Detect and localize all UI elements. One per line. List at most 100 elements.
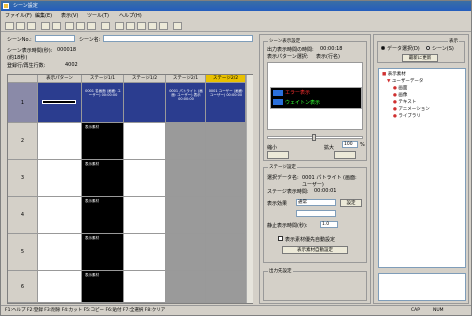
zoom-slider-thumb[interactable]	[312, 134, 316, 141]
row5-stage4-cell[interactable]	[206, 234, 246, 271]
copy-icon[interactable]	[76, 22, 85, 30]
row4-stage1-cell[interactable]: 表示素材	[82, 197, 124, 234]
row1-stage2-cell[interactable]	[124, 83, 166, 123]
row4-stage2-cell[interactable]	[124, 197, 166, 234]
col-header-pattern[interactable]: 表示パターン	[38, 75, 82, 83]
menu-view[interactable]: 表示(V)	[61, 12, 78, 19]
row6-pattern-cell[interactable]	[38, 271, 82, 303]
row6-stage3-cell[interactable]	[166, 271, 206, 303]
tree-user-data[interactable]: ▼ ユーザーデータ	[387, 78, 423, 84]
grid-vertical-scrollbar[interactable]	[246, 75, 253, 303]
row3-stage3-cell[interactable]	[166, 160, 206, 197]
menu-file[interactable]: ファイル(F)	[5, 12, 32, 19]
preview-icon[interactable]	[52, 22, 61, 30]
row-header-1[interactable]: 1	[8, 83, 38, 123]
row-header-3[interactable]: 3	[8, 160, 38, 197]
radio-data[interactable]	[381, 46, 385, 50]
row3-stage1-cell[interactable]: 表示素材	[82, 160, 124, 197]
open-icon[interactable]	[16, 22, 25, 30]
row-header-4[interactable]: 4	[8, 197, 38, 234]
tree-animation-label: アニメーション	[398, 107, 430, 112]
output-group: 出力先設定	[263, 268, 367, 301]
row6-stage1-cell[interactable]: 表示素材	[82, 271, 124, 303]
delete-icon[interactable]	[101, 22, 110, 30]
cut-icon[interactable]	[65, 22, 74, 30]
scene-name-input[interactable]	[103, 35, 253, 42]
tree-user-data-label: ユーザーデータ	[391, 79, 424, 84]
auto-set-button[interactable]: 表示素材自動設定	[282, 246, 348, 254]
status-num: NUM	[433, 308, 444, 313]
display-time-label: 出力表示時間の時間:	[267, 47, 314, 53]
preview-line-1: エラー表示	[285, 90, 311, 96]
tree-root[interactable]: ■ 表示素材	[382, 71, 406, 77]
menu-edit[interactable]: 編集(E)	[35, 12, 52, 19]
image-label: 表示パターン選択:	[267, 54, 309, 60]
effect-settings-button[interactable]: 設定	[340, 199, 362, 207]
update-button[interactable]: 最新に更新	[402, 54, 438, 62]
stage-group-title: ステージ設定	[268, 164, 297, 170]
preview-panel: シーン表示設定 出力表示時間の時間: 00:00:18 表示パターン選択: 表示…	[259, 34, 371, 304]
menu-tools[interactable]: ツール(T)	[87, 12, 109, 19]
col-header-stage2-1[interactable]: ステージ2/1	[166, 75, 206, 83]
tree-library[interactable]: ● ライブラリ	[393, 113, 421, 119]
zoom-out-button[interactable]	[267, 151, 289, 159]
menu-help[interactable]: ヘルプ(H)	[119, 12, 142, 19]
col-header-stage1-1[interactable]: ステージ1/1	[82, 75, 124, 83]
row1-stage3-cell[interactable]: 0001 パトライト (画面: ユーザー) 表示 00:00:00	[166, 83, 206, 123]
row5-stage1-cell[interactable]: 表示素材	[82, 234, 124, 271]
status-cap: CAP	[411, 308, 420, 313]
tree-icon[interactable]	[148, 22, 157, 30]
row5-stage2-cell[interactable]	[124, 234, 166, 271]
output-group-title: 出力先設定	[268, 268, 293, 274]
row3-stage2-cell[interactable]	[124, 160, 166, 197]
effect-sub-select[interactable]	[296, 210, 336, 217]
row4-pattern-cell[interactable]	[38, 197, 82, 234]
toolbar	[1, 20, 471, 32]
row3-stage4-cell[interactable]	[206, 160, 246, 197]
row-header-2[interactable]: 2	[8, 123, 38, 160]
settings-icon[interactable]	[159, 22, 168, 30]
priority-checkbox-label: 表示素材優先自動設定	[285, 237, 336, 243]
row4-stage4-cell[interactable]	[206, 197, 246, 234]
row6-stage4-cell[interactable]	[206, 271, 246, 303]
menu-bar: ファイル(F) 編集(E) 表示(V) ツール(T) ヘルプ(H)	[1, 11, 471, 20]
row5-stage3-cell[interactable]	[166, 234, 206, 271]
row2-stage1-cell[interactable]: 表示素材	[82, 123, 124, 160]
save-icon[interactable]	[27, 22, 36, 30]
radio-scene[interactable]	[426, 46, 430, 50]
row2-stage2-cell[interactable]	[124, 123, 166, 160]
print-icon[interactable]	[41, 22, 50, 30]
tree-screen[interactable]: ● 画面	[393, 85, 407, 91]
tree-image[interactable]: ● 画像	[393, 92, 407, 98]
screen-icon[interactable]	[137, 22, 146, 30]
col-header-stage1-2[interactable]: ステージ1/2	[124, 75, 166, 83]
priority-checkbox[interactable]	[278, 236, 283, 241]
effect-select[interactable]: 通常	[296, 199, 336, 206]
repeat-input[interactable]: 1.0	[320, 221, 338, 228]
row-header-6[interactable]: 6	[8, 271, 38, 303]
row4-stage3-cell[interactable]	[166, 197, 206, 234]
paste-icon[interactable]	[87, 22, 96, 30]
row-header-5[interactable]: 5	[8, 234, 38, 271]
tree-animation[interactable]: ● アニメーション	[393, 106, 430, 112]
row6-stage2-cell[interactable]	[124, 271, 166, 303]
stage-time-label: ステージ表示時間:	[267, 189, 309, 195]
row3-pattern-cell[interactable]	[38, 160, 82, 197]
row1-pattern-cell[interactable]	[38, 83, 82, 123]
row2-stage4-cell[interactable]	[206, 123, 246, 160]
row2-stage3-cell[interactable]	[166, 123, 206, 160]
col-header-stage2-2[interactable]: ステージ2/2	[206, 75, 246, 83]
tree-text[interactable]: ● テキスト	[393, 99, 416, 105]
row2-pattern-cell[interactable]	[38, 123, 82, 160]
new-icon[interactable]	[5, 22, 14, 30]
row1-stage4-cell[interactable]: 0001 ユーザー (画面: ユーザー) 00:00:00	[206, 83, 246, 123]
list-icon[interactable]	[126, 22, 135, 30]
row1-stage1-cell[interactable]: 0001 名画面 (画面: ユーザー) 00:00:00	[82, 83, 124, 123]
zoom-in-button[interactable]	[334, 151, 356, 159]
preview-display: エラー表示 ウェイトン表示	[270, 87, 362, 109]
zoom-input[interactable]: 100	[342, 141, 358, 148]
help-icon[interactable]	[173, 22, 182, 30]
scene-no-input[interactable]	[35, 35, 75, 42]
row5-pattern-cell[interactable]	[38, 234, 82, 271]
grid-icon[interactable]	[115, 22, 124, 30]
